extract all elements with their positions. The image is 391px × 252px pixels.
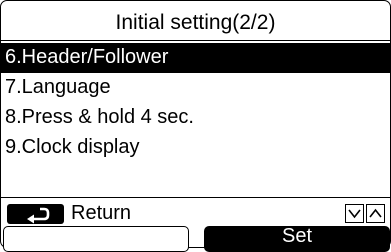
scroll-down-button[interactable] (345, 204, 364, 223)
chevron-down-icon (348, 209, 361, 219)
return-button[interactable] (7, 204, 64, 224)
menu-item-clock-display[interactable]: 9.Clock display (1, 133, 390, 163)
footer-divider (1, 197, 390, 198)
return-label: Return (71, 202, 132, 224)
setting-screen: Initial setting(2/2) 6.Header/Follower 7… (0, 0, 391, 248)
set-button[interactable]: Set (204, 226, 390, 252)
menu-item-language[interactable]: 7.Language (1, 73, 390, 103)
return-arrow-icon (27, 207, 50, 224)
left-softkey[interactable] (3, 226, 189, 252)
title-divider (1, 40, 390, 41)
screen-title: Initial setting(2/2) (115, 11, 276, 34)
menu-item-header-follower[interactable]: 6.Header/Follower (1, 43, 390, 73)
settings-menu: 6.Header/Follower 7.Language 8.Press & h… (1, 43, 390, 163)
scroll-up-button[interactable] (366, 204, 385, 223)
chevron-up-icon (369, 208, 382, 218)
menu-item-press-hold[interactable]: 8.Press & hold 4 sec. (1, 103, 390, 133)
